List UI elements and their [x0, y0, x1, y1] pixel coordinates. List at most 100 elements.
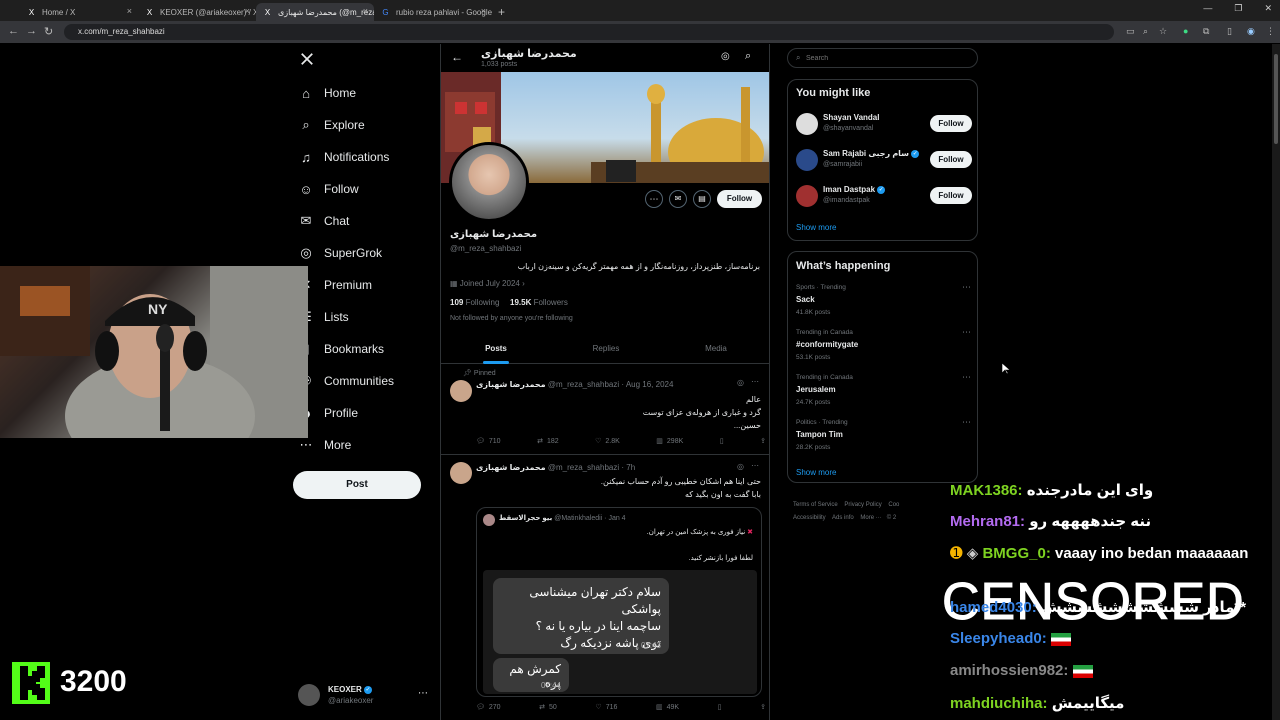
nav-item-supergrok[interactable]: ◎ SuperGrok	[298, 241, 382, 265]
x-logo-icon[interactable]	[300, 52, 314, 66]
bookmark-button[interactable]: ▯	[718, 703, 722, 711]
show-more-link[interactable]: Show more	[796, 223, 836, 232]
followers-link[interactable]: 19.5K Followers	[510, 298, 568, 307]
more-icon[interactable]: ⋯	[751, 377, 759, 386]
trend-item[interactable]: Trending in Canada Jerusalem 24.7K posts…	[796, 372, 972, 414]
profile-follow-button[interactable]: Follow	[717, 190, 762, 208]
suggestion-row[interactable]: Sam Rajabi سام رجبی ✓ @samrajabii Follow	[796, 148, 972, 174]
minimize-icon[interactable]: —	[1203, 3, 1212, 14]
views-button[interactable]: ▥ 298K	[656, 437, 683, 446]
follow-button[interactable]: Follow	[930, 151, 972, 168]
footer-link[interactable]: Terms of Service	[793, 502, 838, 508]
nav-item-explore[interactable]: ⌕ Explore	[298, 113, 364, 137]
share-button[interactable]: ⇪	[760, 703, 766, 711]
close-icon[interactable]: ×	[127, 6, 132, 16]
show-more-link[interactable]: Show more	[796, 468, 836, 477]
chat-username: amirhossien982:	[950, 662, 1069, 679]
suggestion-row[interactable]: Iman Dastpak ✓ @imandastpak Follow	[796, 184, 972, 210]
browser-tab-google[interactable]: G rubio reza pahlavi - Google Search ×	[374, 3, 492, 21]
footer-link[interactable]: Ads info	[832, 515, 854, 521]
footer-link[interactable]: Privacy Policy	[844, 502, 881, 508]
back-icon[interactable]: ←	[8, 25, 19, 37]
tab-posts[interactable]: Posts	[441, 344, 551, 353]
reply-button[interactable]: 💬︎ 270	[476, 703, 501, 712]
search-box[interactable]: ⌕	[787, 48, 978, 68]
message-icon[interactable]: ✉	[669, 190, 687, 208]
search-input[interactable]	[806, 52, 966, 64]
nav-item-bookmarks[interactable]: ▯Bookmarks	[298, 337, 384, 361]
trend-item[interactable]: Sports · Trending Sack 41.8K posts ⋯	[796, 282, 972, 324]
close-icon[interactable]: ×	[481, 6, 486, 16]
post-button[interactable]: Post	[293, 471, 421, 499]
profile-avatar-icon[interactable]: ◉	[1247, 26, 1255, 37]
avatar[interactable]	[450, 380, 472, 402]
nav-item-follow[interactable]: ☺ Follow	[298, 177, 358, 201]
trend-post-count: 41.8K posts	[796, 309, 831, 316]
footer-link[interactable]: Coo	[888, 502, 899, 508]
profile-avatar[interactable]	[449, 142, 529, 222]
retweet-button[interactable]: ⇄ 182	[537, 437, 559, 446]
restore-icon[interactable]: ❐	[1234, 3, 1242, 14]
tweet[interactable]: محمدرضا شهبازی @m_reza_shahbazi · 7h ◎ ⋯…	[441, 454, 769, 720]
menu-kebab-icon[interactable]: ⋮	[1266, 26, 1275, 37]
chat-screenshot-image[interactable]: سلام دکتر تهران میشناسی پواشکی ساچمه این…	[483, 570, 757, 694]
grok-icon[interactable]: ◎	[721, 51, 730, 62]
follow-button[interactable]: Follow	[930, 187, 972, 204]
retweet-button[interactable]: ⇄ 50	[539, 703, 557, 712]
nav-item-chat[interactable]: ✉ Chat	[298, 209, 350, 233]
follow-button[interactable]: Follow	[930, 115, 972, 132]
tab-replies[interactable]: Replies	[551, 344, 661, 353]
more-icon[interactable]: ⋯	[418, 688, 428, 699]
search-icon[interactable]: ⌕	[745, 50, 751, 63]
trend-item[interactable]: Trending in Canada #conformitygate 53.1K…	[796, 327, 972, 369]
grok-icon[interactable]: ◎	[737, 378, 744, 387]
forward-icon[interactable]: →	[26, 25, 37, 37]
more-icon[interactable]: ⋯	[751, 461, 759, 470]
subscribe-icon[interactable]: ▤	[693, 190, 711, 208]
following-link[interactable]: 109 Following	[450, 298, 499, 307]
close-icon[interactable]: ×	[363, 6, 368, 16]
like-button[interactable]: ♡ 2.8K	[595, 437, 620, 446]
more-icon[interactable]: ⋯	[962, 327, 971, 338]
scrollbar-thumb[interactable]	[1274, 54, 1278, 144]
reply-button[interactable]: 💬︎ 710	[476, 437, 501, 446]
nav-item-premium[interactable]: ✕Premium	[298, 273, 372, 297]
nav-item-communities[interactable]: ⚇Communities	[298, 369, 394, 393]
url-field[interactable]: x.com/m_reza_shahbazi	[64, 24, 1114, 40]
suggestion-row[interactable]: Shayan Vandal @shayanvandal Follow	[796, 112, 972, 138]
install-icon[interactable]: ▭	[1126, 26, 1135, 37]
views-button[interactable]: ▥ 49K	[656, 703, 679, 712]
extensions-icon[interactable]: ⧉	[1203, 26, 1209, 37]
account-switcher[interactable]: KEOXER ✓ @ariakeoxer ⋯	[298, 684, 433, 708]
nav-item-home[interactable]: ⌂ Home	[298, 81, 356, 105]
footer-link[interactable]: Accessibility	[793, 515, 826, 521]
quoted-tweet[interactable]: بیو حجرالاسقط @Matinkhaledii · Jan 4 ✖ ن…	[476, 507, 762, 697]
more-icon[interactable]: ⋯	[962, 282, 971, 293]
footer-link[interactable]: More ···	[860, 515, 881, 521]
grok-icon[interactable]: ◎	[737, 462, 744, 471]
share-button[interactable]: ⇪	[760, 437, 766, 445]
extension-icon[interactable]: ●	[1183, 26, 1188, 36]
bookmark-star-icon[interactable]: ☆	[1159, 26, 1167, 37]
page-scrollbar[interactable]	[1272, 44, 1280, 720]
reload-icon[interactable]: ↻	[44, 25, 53, 38]
bookmark-button[interactable]: ▯	[720, 437, 724, 445]
tab-media[interactable]: Media	[661, 344, 769, 353]
browser-tab-keoxer[interactable]: X KEOXER (@ariakeoxer) / X ×	[138, 3, 256, 21]
trend-item[interactable]: Politics · Trending Tampon Tim 28.2K pos…	[796, 417, 972, 459]
back-arrow-icon[interactable]: ←	[451, 50, 463, 64]
tweet-pinned[interactable]: 📌︎ Pinned محمدرضا شهبازی @m_reza_shahbaz…	[441, 366, 769, 454]
close-icon[interactable]: ×	[245, 6, 250, 16]
nav-item-notifications[interactable]: ♫ Notifications	[298, 145, 389, 169]
close-window-icon[interactable]: ✕	[1264, 3, 1272, 14]
zoom-icon[interactable]: ⌕	[1143, 26, 1148, 37]
new-tab-button[interactable]: +	[498, 3, 505, 21]
sidepanel-icon[interactable]: ▯	[1227, 26, 1232, 37]
browser-tab-profile[interactable]: X محمدرضا شهبازی (@m_reza_shahbazi ×	[256, 3, 374, 21]
like-button[interactable]: ♡ 716	[595, 703, 617, 712]
avatar[interactable]	[450, 462, 472, 484]
browser-tab-home[interactable]: X Home / X ×	[20, 3, 138, 21]
more-options-icon[interactable]: ⋯	[645, 190, 663, 208]
more-icon[interactable]: ⋯	[962, 417, 971, 428]
more-icon[interactable]: ⋯	[962, 372, 971, 383]
